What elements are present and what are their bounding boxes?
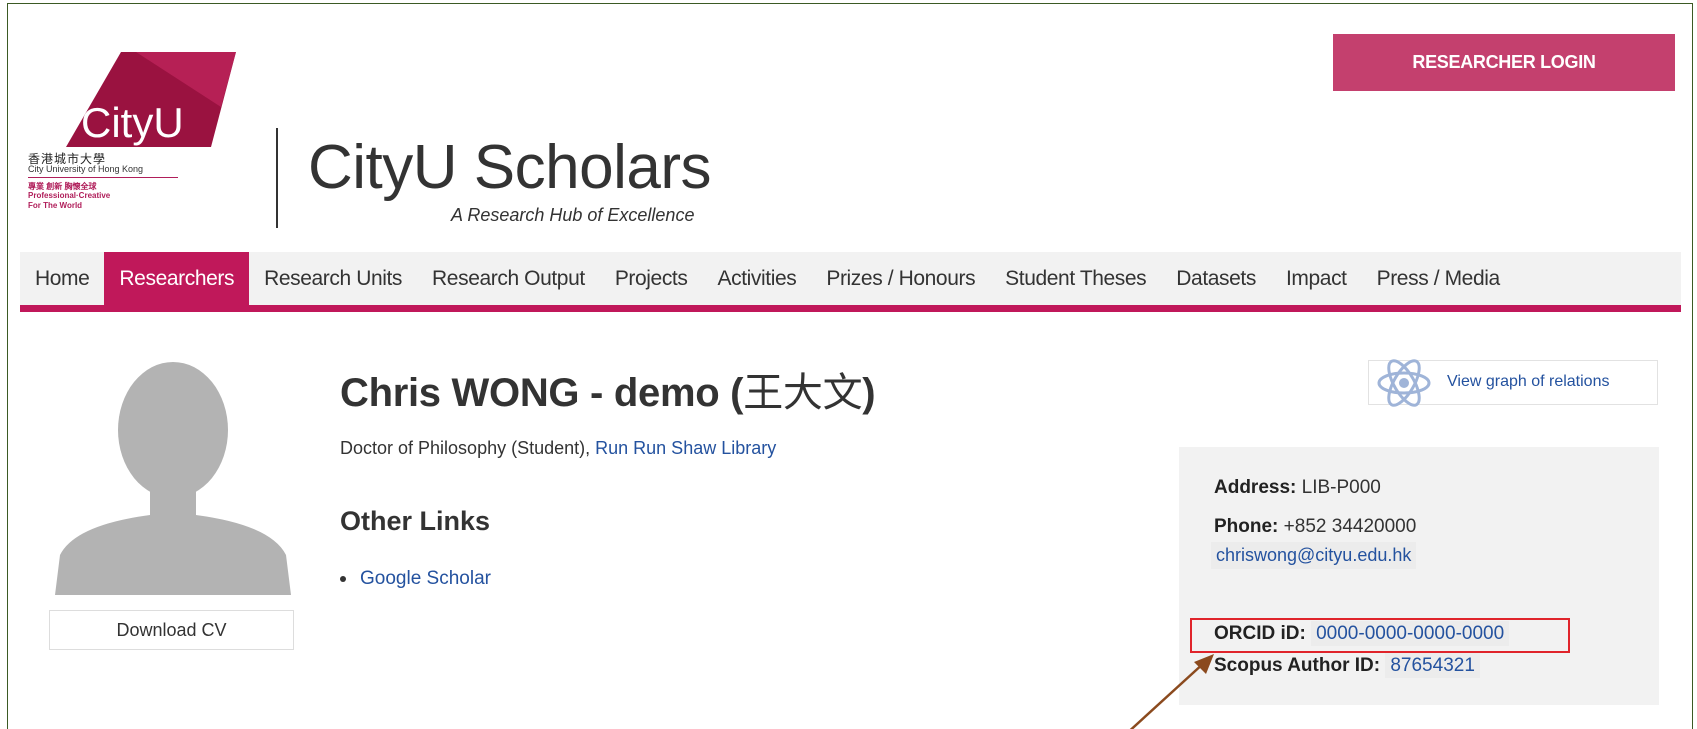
nav-item-press-media[interactable]: Press / Media bbox=[1362, 252, 1515, 305]
nav-item-research-units[interactable]: Research Units bbox=[249, 252, 417, 305]
download-cv-button[interactable]: Download CV bbox=[49, 610, 294, 650]
logo-tagline-en-1: Professional·Creative bbox=[28, 191, 111, 200]
google-scholar-link[interactable]: Google Scholar bbox=[360, 568, 491, 590]
researcher-login-button[interactable]: RESEARCHER LOGIN bbox=[1333, 34, 1675, 91]
view-graph-label: View graph of relations bbox=[1447, 373, 1610, 390]
address-label: Address: bbox=[1214, 477, 1297, 498]
nav-item-projects[interactable]: Projects bbox=[600, 252, 703, 305]
logo-divider bbox=[28, 177, 178, 178]
researcher-name: Chris WONG - demo (王大文) bbox=[340, 370, 876, 416]
view-graph-button[interactable]: View graph of relations bbox=[1368, 359, 1658, 407]
title-divider bbox=[276, 128, 278, 228]
scopus-link[interactable]: 87654321 bbox=[1385, 653, 1480, 678]
nav-item-activities[interactable]: Activities bbox=[702, 252, 811, 305]
email-link[interactable]: chriswong@cityu.edu.hk bbox=[1211, 542, 1417, 569]
nav-item-researchers[interactable]: Researchers bbox=[104, 252, 250, 305]
department-link[interactable]: Run Run Shaw Library bbox=[595, 438, 776, 458]
orcid-highlight-box bbox=[1190, 618, 1570, 653]
main-nav: Home Researchers Research Units Research… bbox=[20, 252, 1681, 312]
list-item: Google Scholar bbox=[340, 568, 491, 590]
avatar-placeholder-icon bbox=[55, 362, 291, 595]
nav-item-prizes-honours[interactable]: Prizes / Honours bbox=[811, 252, 990, 305]
researcher-name-chinese: 王大文 bbox=[743, 370, 863, 416]
nav-item-impact[interactable]: Impact bbox=[1271, 252, 1362, 305]
address-value: LIB-P000 bbox=[1301, 477, 1381, 498]
logo-wordmark: CityU bbox=[81, 99, 184, 146]
scopus-row: Scopus Author ID: 87654321 bbox=[1214, 653, 1480, 678]
nav-item-student-theses[interactable]: Student Theses bbox=[990, 252, 1161, 305]
phone-value: +852 34420000 bbox=[1283, 516, 1417, 537]
other-links-heading: Other Links bbox=[340, 506, 491, 536]
nav-item-research-output[interactable]: Research Output bbox=[417, 252, 600, 305]
nav-item-home[interactable]: Home bbox=[20, 252, 104, 305]
logo-english-name: City University of Hong Kong bbox=[28, 164, 144, 174]
atom-graph-icon bbox=[1377, 359, 1431, 407]
nav-item-datasets[interactable]: Datasets bbox=[1161, 252, 1271, 305]
phone-row: Phone: +852 34420000 bbox=[1214, 516, 1416, 538]
contact-info-box: Address: LIB-P000 Phone: +852 34420000 c… bbox=[1179, 447, 1659, 705]
address-row: Address: LIB-P000 bbox=[1214, 477, 1381, 499]
other-links-list: Google Scholar bbox=[340, 568, 491, 590]
researcher-position: Doctor of Philosophy (Student), Run Run … bbox=[340, 438, 777, 458]
bullet-icon bbox=[340, 576, 346, 582]
site-subtitle: A Research Hub of Excellence bbox=[451, 205, 695, 225]
annotation-arrow-icon bbox=[1129, 654, 1214, 729]
phone-label: Phone: bbox=[1214, 516, 1279, 537]
scopus-label: Scopus Author ID: bbox=[1214, 655, 1381, 676]
site-title: CityU Scholars bbox=[308, 133, 712, 202]
logo-tagline-en-2: For The World bbox=[28, 201, 83, 210]
